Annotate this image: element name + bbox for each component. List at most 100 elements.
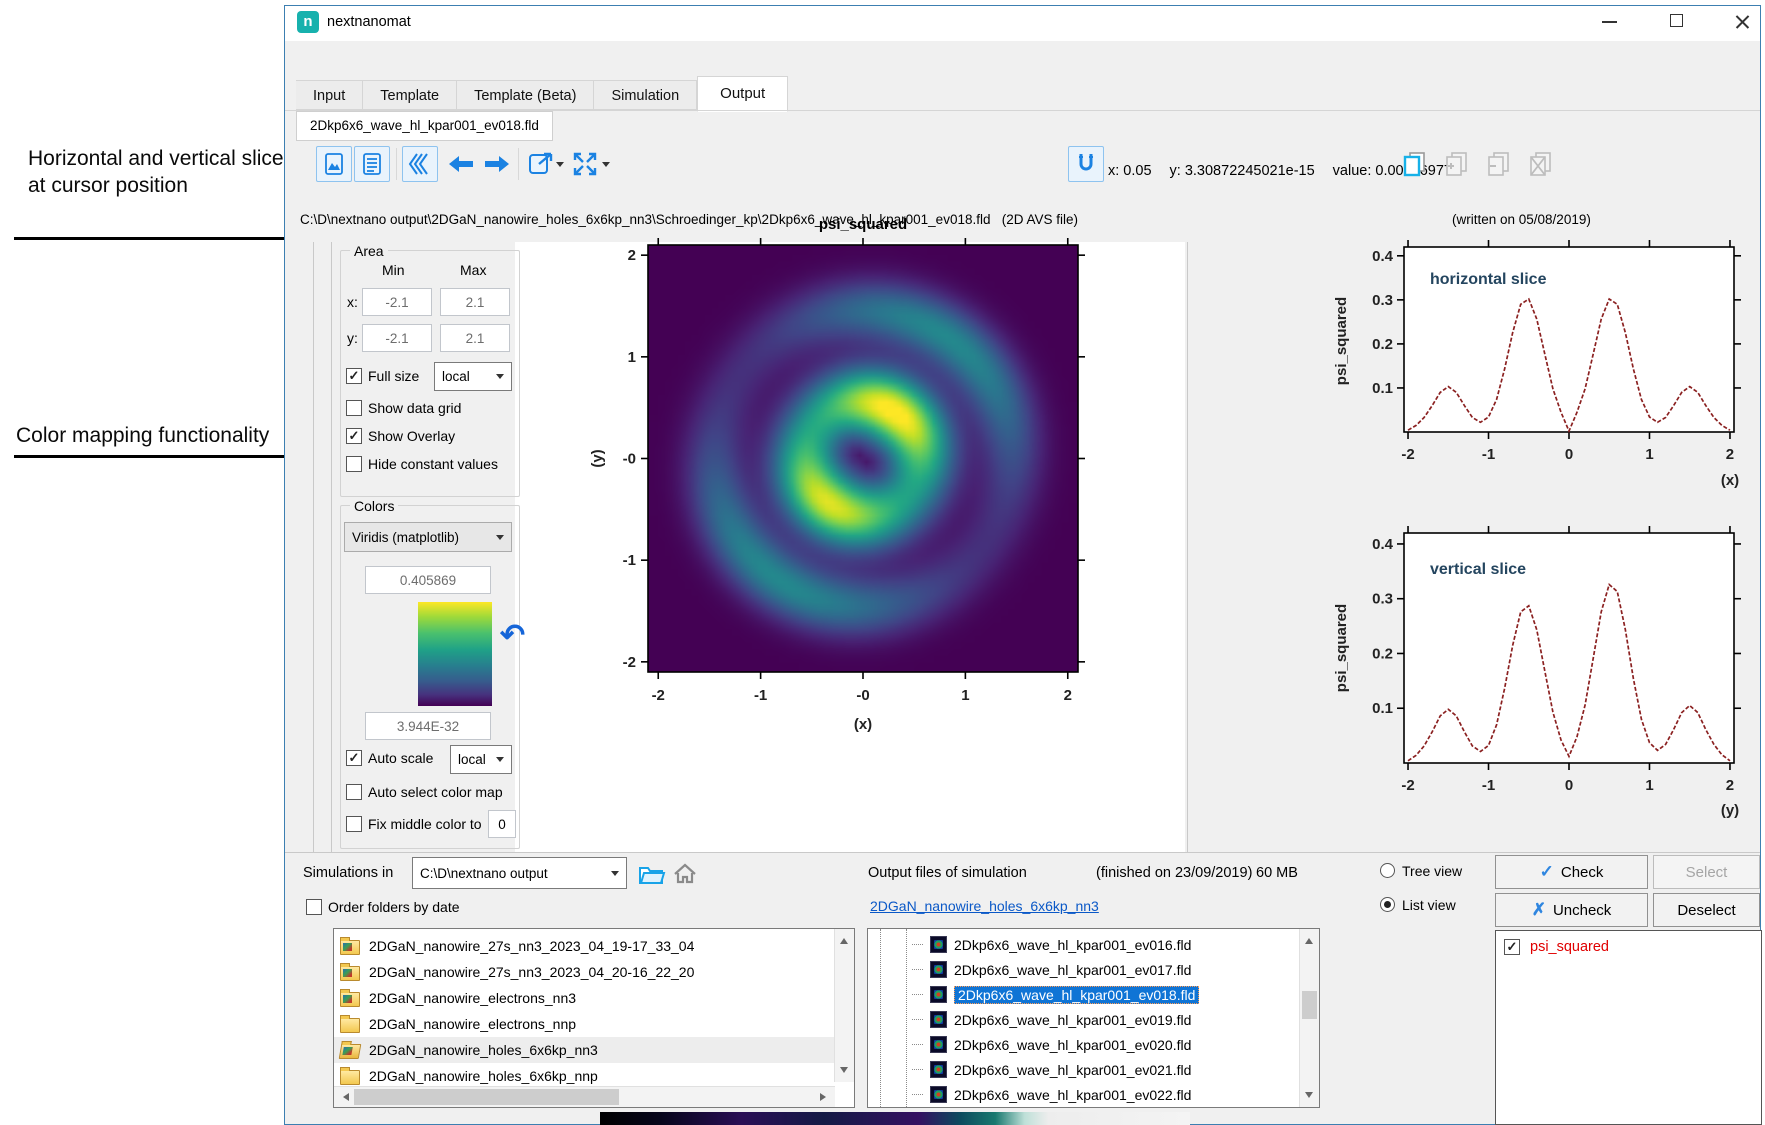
copy-icon (1402, 150, 1428, 178)
show-plot-button[interactable] (316, 146, 352, 182)
colormap-select[interactable]: Viridis (matplotlib) (344, 522, 512, 552)
expand-icon (571, 150, 599, 178)
next-button[interactable] (480, 146, 514, 182)
tree-stub (912, 1069, 923, 1071)
result-checkbox[interactable] (1504, 939, 1520, 955)
fix-middle-value-input[interactable]: 0 (488, 810, 516, 838)
magnet-snap-button[interactable] (1068, 146, 1104, 182)
select-button[interactable]: Select (1653, 855, 1760, 889)
colormap-max-input[interactable]: 0.405869 (365, 566, 491, 594)
splitter[interactable] (1187, 242, 1188, 852)
minimize-icon (1602, 21, 1617, 23)
file-row[interactable]: 2Dkp6x6_wave_hl_kpar001_ev019.fld (868, 1007, 1319, 1032)
maximize-button[interactable] (1663, 12, 1693, 32)
reverse-colormap-icon[interactable]: ↶ (500, 618, 525, 653)
fix-middle-checkbox[interactable] (346, 816, 362, 832)
hide-constant-checkbox[interactable] (346, 456, 362, 472)
svg-text:0.4: 0.4 (1372, 536, 1394, 553)
file-vscrollbar[interactable] (1299, 929, 1319, 1107)
folder-label: 2DGaN_nanowire_electrons_nn3 (369, 990, 576, 1006)
show-report-button[interactable] (354, 146, 390, 182)
show-overlay-checkbox[interactable] (346, 428, 362, 444)
auto-select-colormap-checkbox[interactable] (346, 784, 362, 800)
scrollbar-thumb[interactable] (354, 1089, 619, 1105)
result-row[interactable]: psi_squared (1496, 931, 1761, 955)
colorbar (418, 602, 492, 706)
folder-list[interactable]: 2DGaN_nanowire_27s_nn3_2023_04_19-17_33_… (333, 928, 855, 1108)
file-list[interactable]: 2Dkp6x6_wave_hl_kpar001_ev016.fld 2Dkp6x… (867, 928, 1320, 1108)
folder-row[interactable]: 2DGaN_nanowire_27s_nn3_2023_04_19-17_33_… (334, 933, 854, 959)
file-row[interactable]: 2Dkp6x6_wave_hl_kpar001_ev017.fld (868, 957, 1319, 982)
previous-button[interactable] (444, 146, 478, 182)
check-button[interactable]: ✓Check (1495, 855, 1648, 889)
export-button[interactable] (524, 146, 558, 182)
deselect-button[interactable]: Deselect (1653, 893, 1760, 927)
result-list[interactable]: psi_squared (1495, 930, 1762, 1125)
svg-text:0.2: 0.2 (1372, 645, 1393, 662)
colormap-min-input[interactable]: 3.944E-32 (365, 712, 491, 740)
tab[interactable]: Template (363, 80, 457, 110)
tab[interactable]: Simulation (594, 80, 697, 110)
scroll-left-icon[interactable] (339, 1093, 349, 1101)
remove-view-button[interactable] (1482, 146, 1516, 182)
folder-hscrollbar[interactable] (334, 1086, 835, 1107)
scroll-right-icon[interactable] (820, 1093, 830, 1101)
close-button[interactable] (1728, 12, 1758, 32)
folder-vscrollbar[interactable] (834, 929, 854, 1082)
check-icon: ✓ (1540, 862, 1554, 882)
slice-view-button[interactable] (402, 146, 438, 182)
tree-stub (912, 1019, 923, 1021)
export-dropdown-caret[interactable] (556, 162, 564, 171)
show-data-grid-checkbox[interactable] (346, 400, 362, 416)
tab[interactable]: Output (697, 76, 788, 112)
folder-label: 2DGaN_nanowire_27s_nn3_2023_04_20-16_22_… (369, 964, 694, 980)
svg-text:psi_squared: psi_squared (1333, 297, 1350, 385)
list-view-radio[interactable] (1380, 897, 1395, 912)
add-view-button[interactable] (1440, 146, 1474, 182)
y-max-input[interactable]: 2.1 (440, 324, 510, 352)
fullscreen-dropdown-caret[interactable] (602, 162, 610, 171)
home-button[interactable] (670, 856, 700, 892)
order-folders-checkbox[interactable] (306, 899, 322, 915)
uncheck-button[interactable]: ✗Uncheck (1495, 893, 1648, 927)
y-min-input[interactable]: -2.1 (362, 324, 432, 352)
result-label: psi_squared (1530, 939, 1609, 955)
file-row[interactable]: 2Dkp6x6_wave_hl_kpar001_ev021.fld (868, 1057, 1319, 1082)
folder-row[interactable]: 2DGaN_nanowire_holes_6x6kp_nn3 (334, 1037, 854, 1063)
copy-view-button[interactable] (1398, 146, 1432, 182)
scroll-down-icon[interactable] (840, 1067, 848, 1077)
minimize-button[interactable] (1595, 12, 1625, 32)
x-min-input[interactable]: -2.1 (362, 288, 432, 316)
x-max-input[interactable]: 2.1 (440, 288, 510, 316)
file-row[interactable]: 2Dkp6x6_wave_hl_kpar001_ev016.fld (868, 932, 1319, 957)
full-size-mode-select[interactable]: local (434, 362, 512, 391)
file-row[interactable]: 2Dkp6x6_wave_hl_kpar001_ev022.fld (868, 1082, 1319, 1107)
close-view-button[interactable] (1524, 146, 1558, 182)
tab-label: Simulation (611, 88, 679, 104)
app-logo-icon: n (297, 11, 319, 33)
full-size-checkbox[interactable] (346, 368, 362, 384)
document-tab[interactable]: 2Dkp6x6_wave_hl_kpar001_ev018.fld (296, 111, 553, 141)
file-row[interactable]: 2Dkp6x6_wave_hl_kpar001_ev018.fld (868, 982, 1319, 1007)
vertical-slice-chart: -2-10120.10.20.30.4vertical slice(y)psi_… (1330, 522, 1765, 822)
svg-text:-2: -2 (623, 654, 636, 671)
fullscreen-button[interactable] (568, 146, 602, 182)
scroll-up-icon[interactable] (840, 934, 848, 944)
browse-folder-button[interactable] (637, 856, 667, 892)
scrollbar-thumb[interactable] (1302, 991, 1317, 1019)
folder-row[interactable]: 2DGaN_nanowire_electrons_nnp (334, 1011, 854, 1037)
folder-label: 2DGaN_nanowire_27s_nn3_2023_04_19-17_33_… (369, 938, 694, 954)
scroll-up-icon[interactable] (1305, 934, 1313, 944)
simulation-folder-link[interactable]: 2DGaN_nanowire_holes_6x6kp_nn3 (870, 898, 1099, 914)
auto-scale-mode-select[interactable]: local (450, 745, 512, 774)
simulation-path-select[interactable]: C:\D\nextnano output (412, 857, 627, 889)
folder-row[interactable]: 2DGaN_nanowire_electrons_nn3 (334, 985, 854, 1011)
folder-row[interactable]: 2DGaN_nanowire_27s_nn3_2023_04_20-16_22_… (334, 959, 854, 985)
tree-view-radio[interactable] (1380, 863, 1395, 878)
tab[interactable]: Template (Beta) (457, 80, 594, 110)
file-row[interactable]: 2Dkp6x6_wave_hl_kpar001_ev020.fld (868, 1032, 1319, 1057)
tab[interactable]: Input (296, 80, 363, 110)
auto-scale-checkbox[interactable] (346, 750, 362, 766)
scroll-down-icon[interactable] (1305, 1092, 1313, 1102)
svg-text:-1: -1 (1482, 777, 1495, 794)
